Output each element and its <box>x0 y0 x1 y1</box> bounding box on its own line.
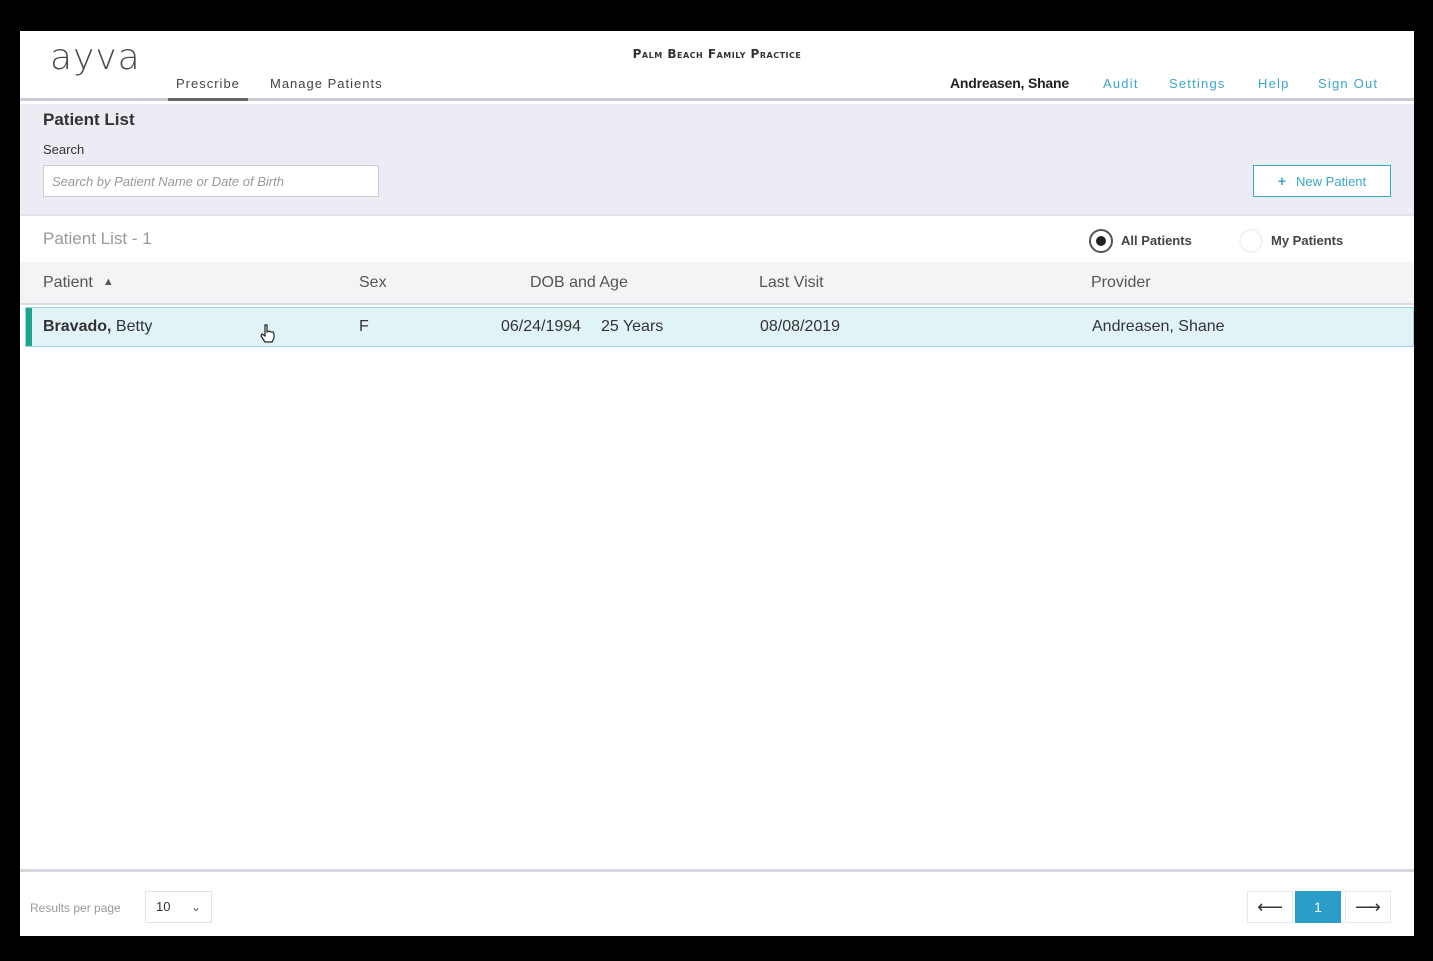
my-patients-radio[interactable] <box>1239 229 1263 253</box>
search-panel: Patient List Search + New Patient <box>20 104 1414 214</box>
new-patient-button[interactable]: + New Patient <box>1253 165 1391 197</box>
all-patients-label[interactable]: All Patients <box>1121 233 1192 248</box>
column-header-patient[interactable]: Patient ▲ <box>43 274 114 292</box>
sign-out-link[interactable]: Sign Out <box>1318 76 1378 91</box>
arrow-right-icon: ⟶ <box>1355 896 1381 917</box>
tab-manage-patients[interactable]: Manage Patients <box>270 75 383 101</box>
settings-link[interactable]: Settings <box>1169 76 1226 91</box>
all-patients-radio[interactable] <box>1089 229 1113 253</box>
column-header-provider[interactable]: Provider <box>1091 274 1151 292</box>
column-header-sex[interactable]: Sex <box>359 274 387 292</box>
top-header: ayva Palm Beach Family Practice Prescrib… <box>20 31 1414 101</box>
help-link[interactable]: Help <box>1258 76 1290 91</box>
results-per-page-label: Results per page <box>30 901 121 915</box>
column-header-dob-age[interactable]: DOB and Age <box>530 274 628 292</box>
last-visit-cell: 08/08/2019 <box>760 318 841 335</box>
table-header: Patient ▲ Sex DOB and Age Last Visit Prov… <box>20 262 1414 305</box>
page-number-button[interactable]: 1 <box>1295 891 1341 923</box>
patient-list-count: Patient List - 1 <box>43 229 152 248</box>
results-per-page-select[interactable]: 10 ⌄ <box>145 891 212 923</box>
dob-cell: 06/24/1994 <box>501 318 582 335</box>
column-header-last-visit[interactable]: Last Visit <box>759 274 824 292</box>
chevron-down-icon: ⌄ <box>190 900 201 914</box>
row-selected-indicator <box>26 308 32 346</box>
current-user-name: Andreasen, Shane <box>950 75 1069 91</box>
next-page-button[interactable]: ⟶ <box>1345 891 1391 923</box>
page-title: Patient List <box>43 110 135 129</box>
search-label: Search <box>43 142 85 157</box>
sex-cell: F <box>359 318 369 335</box>
practice-name: Palm Beach Family Practice <box>632 47 802 61</box>
hand-cursor-icon <box>260 324 275 343</box>
audit-link[interactable]: Audit <box>1103 76 1139 91</box>
age-cell: 25 Years <box>601 318 664 335</box>
tab-prescribe[interactable]: Prescribe <box>168 75 248 101</box>
table-row[interactable]: Bravado, Betty F 06/24/1994 25 Years 08/… <box>25 307 1414 347</box>
pagination-footer: Results per page 10 ⌄ ⟵ 1 ⟶ <box>20 869 1414 936</box>
previous-page-button[interactable]: ⟵ <box>1247 891 1293 923</box>
provider-cell: Andreasen, Shane <box>1092 318 1225 335</box>
sort-ascending-icon[interactable]: ▲ <box>103 276 114 288</box>
my-patients-label[interactable]: My Patients <box>1271 233 1343 248</box>
plus-icon: + <box>1277 173 1287 189</box>
search-input[interactable] <box>43 165 379 197</box>
patient-name-cell[interactable]: Bravado, Betty <box>43 318 152 336</box>
new-patient-label: New Patient <box>1296 173 1367 189</box>
arrow-left-icon: ⟵ <box>1257 896 1283 917</box>
app-window: ayva Palm Beach Family Practice Prescrib… <box>20 31 1414 936</box>
divider <box>20 214 1414 216</box>
